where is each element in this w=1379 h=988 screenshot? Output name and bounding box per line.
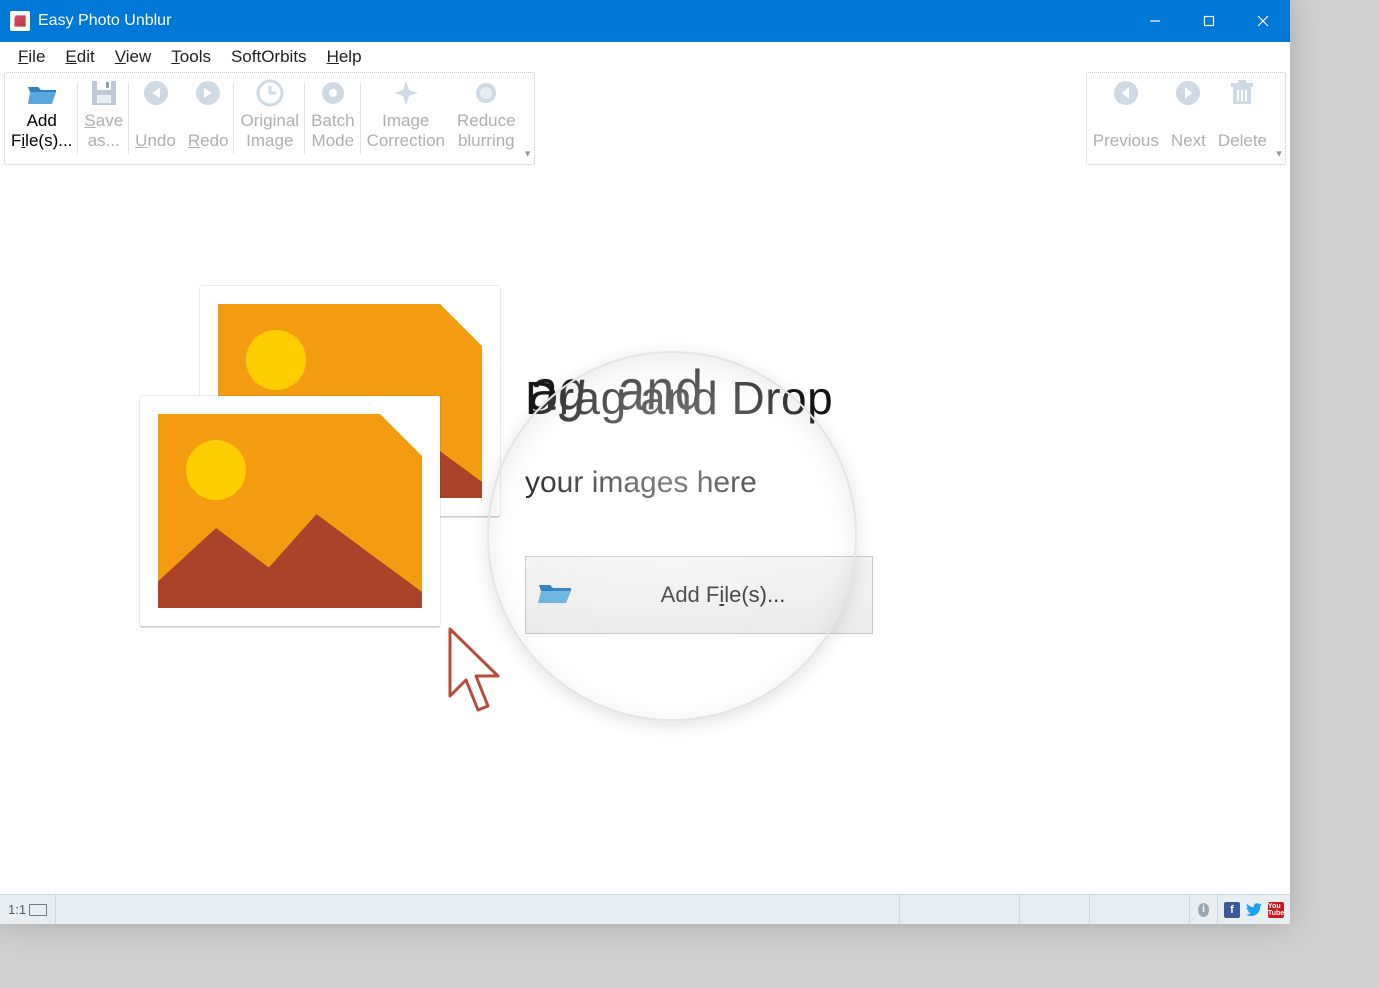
redo-icon [192,77,224,109]
gear-icon [317,77,349,109]
toolbar-left: AddFile(s)... Saveas... Undo Redo [4,72,535,165]
menu-file[interactable]: File [8,45,55,69]
cursor-icon [440,624,512,724]
toolbar-right-overflow-icon[interactable]: ▾ [1273,147,1285,164]
add-files-button[interactable]: AddFile(s)... [5,73,78,164]
sparkle-icon [390,77,422,109]
status-cell [1090,895,1190,924]
drop-illustration [140,286,520,646]
status-spacer [56,895,900,924]
menu-tools[interactable]: Tools [161,45,221,69]
batch-mode-button[interactable]: BatchMode [305,73,360,164]
next-button[interactable]: Next [1165,73,1212,164]
drop-area[interactable]: Drag and Drop ag and your images here Ad… [0,166,1290,894]
app-window: Easy Photo Unblur File Edit View Tools S… [0,0,1290,924]
blur-icon [470,77,502,109]
app-icon [10,11,30,31]
status-bar: 1:1 i f YouTube [0,894,1290,924]
menu-bar: File Edit View Tools SoftOrbits Help [0,42,1290,72]
delete-button[interactable]: Delete [1212,73,1273,164]
status-zoom[interactable]: 1:1 [0,895,56,924]
toolbar: AddFile(s)... Saveas... Undo Redo [0,72,1290,166]
maximize-button[interactable] [1182,0,1236,42]
trash-icon [1226,77,1258,109]
reduce-blurring-button[interactable]: Reduceblurring [451,73,522,164]
menu-view[interactable]: View [105,45,162,69]
drop-title-magnified: ag and [525,358,704,423]
toolbar-right: Previous Next Delete ▾ [1086,72,1286,165]
add-files-large-button[interactable]: Add File(s)... [525,556,873,634]
previous-button[interactable]: Previous [1087,73,1165,164]
menu-edit[interactable]: Edit [55,45,104,69]
twitter-icon[interactable] [1246,902,1262,918]
app-title: Easy Photo Unblur [38,12,171,30]
facebook-icon[interactable]: f [1224,902,1240,918]
photo-card-icon [140,396,440,626]
social-links: f YouTube [1218,895,1290,924]
redo-button[interactable]: Redo [182,73,235,164]
undo-icon [140,77,172,109]
clock-icon [254,77,286,109]
save-icon [88,77,120,109]
fit-rect-icon [29,904,47,916]
folder-open-icon [26,77,58,109]
status-cell [1020,895,1090,924]
title-bar: Easy Photo Unblur [0,0,1290,42]
original-image-button[interactable]: OriginalImage [234,73,305,164]
minimize-button[interactable] [1128,0,1182,42]
menu-help[interactable]: Help [317,45,372,69]
folder-open-icon [536,578,574,612]
arrow-right-icon [1172,77,1204,109]
drop-subtitle: your images here [525,466,757,500]
image-correction-button[interactable]: ImageCorrection [361,73,451,164]
undo-button[interactable]: Undo [129,73,182,164]
add-files-large-label: Add File(s)... [574,582,872,608]
info-icon[interactable]: i [1190,895,1218,924]
menu-softorbits[interactable]: SoftOrbits [221,45,317,69]
arrow-left-icon [1110,77,1142,109]
youtube-icon[interactable]: YouTube [1268,902,1284,918]
status-cell [900,895,1020,924]
toolbar-overflow-icon[interactable]: ▾ [522,147,534,164]
close-button[interactable] [1236,0,1290,42]
save-as-button[interactable]: Saveas... [78,73,129,164]
